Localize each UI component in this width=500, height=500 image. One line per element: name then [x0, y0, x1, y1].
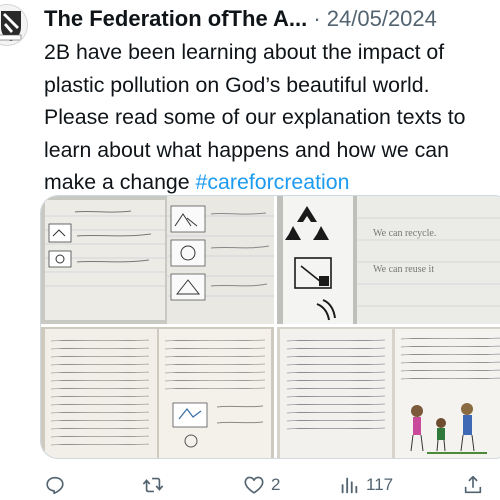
author-name[interactable]: The Federation ofThe A...: [44, 6, 307, 31]
reply-button[interactable]: [44, 470, 66, 500]
action-bar: 2 117: [0, 470, 500, 500]
tweet-text-line: 2B have been learning about the impact o…: [44, 40, 445, 64]
tweet-header: The Federation ofThe A... · 24/05/2024: [44, 6, 496, 32]
views-icon: [341, 477, 358, 494]
handwriting-1: We can recycle.: [373, 228, 436, 239]
drawing-photo-icon: [277, 327, 500, 458]
like-count: 2: [271, 475, 281, 494]
crest-icon: [0, 11, 22, 41]
tweet-text-line: learn about what happens and how we can: [44, 137, 449, 162]
views-button[interactable]: 117: [338, 470, 393, 500]
photo-3[interactable]: [41, 327, 274, 458]
notebook-photo-icon: [41, 327, 274, 458]
tweet-text: 2B have been learning about the impact o…: [44, 36, 500, 199]
photo-4[interactable]: [277, 327, 500, 458]
tweet-text-line: plastic pollution on God’s beautiful wor…: [44, 72, 430, 97]
worksheet-photo-icon: [41, 196, 274, 324]
like-button[interactable]: 2: [243, 470, 280, 500]
share-icon: [464, 475, 482, 494]
reply-icon: [46, 476, 64, 495]
retweet-icon: [142, 477, 164, 493]
recycle-symbol-icon: We can recycle. We can reuse it: [277, 196, 500, 324]
media-grid: We can recycle. We can reuse it: [40, 195, 500, 459]
photo-2[interactable]: We can recycle. We can reuse it: [277, 196, 500, 324]
heart-icon: [244, 476, 264, 494]
view-count: 117: [366, 475, 394, 494]
handwriting-2: We can reuse it: [373, 264, 434, 275]
retweet-button[interactable]: [141, 470, 165, 500]
hashtag-link[interactable]: #careforcreation: [196, 170, 350, 194]
share-button[interactable]: [462, 470, 484, 500]
avatar[interactable]: [0, 4, 28, 46]
tweet-text-line: make a change #careforcreation: [44, 166, 500, 199]
photo-1[interactable]: [41, 196, 274, 324]
tweet-text-line: Please read some of our explanation text…: [44, 105, 466, 129]
tweet-date[interactable]: 24/05/2024: [327, 6, 437, 31]
separator-dot: ·: [313, 6, 321, 31]
tweet-text-prefix: make a change: [44, 170, 196, 194]
